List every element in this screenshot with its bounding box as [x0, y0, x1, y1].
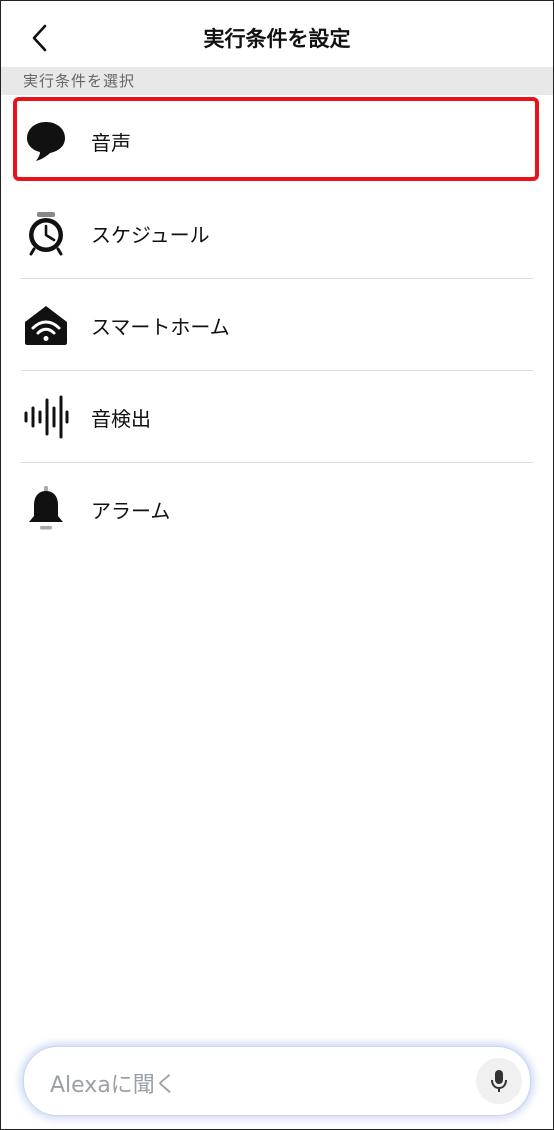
- ask-alexa-bar[interactable]: Alexaに聞く: [23, 1046, 531, 1116]
- trigger-item-schedule[interactable]: スケジュール: [1, 187, 553, 279]
- trigger-item-alarm[interactable]: アラーム: [1, 463, 553, 555]
- page-title: 実行条件を設定: [203, 27, 351, 51]
- trigger-label: 音検出: [91, 407, 151, 431]
- app-frame: 実行条件を設定 実行条件を選択 音声 スケジュール スマートホーム 音検出 アラ…: [0, 0, 554, 1130]
- header: 実行条件を設定: [1, 1, 553, 67]
- bell-icon: [23, 486, 69, 532]
- sound-wave-icon: [23, 394, 69, 440]
- trigger-item-sound-detection[interactable]: 音検出: [1, 371, 553, 463]
- microphone-button[interactable]: [476, 1058, 522, 1104]
- trigger-label: スケジュール: [91, 223, 210, 247]
- ask-alexa-placeholder: Alexaに聞く: [50, 1073, 177, 1098]
- trigger-label: スマートホーム: [91, 315, 230, 339]
- section-heading: 実行条件を選択: [1, 67, 553, 95]
- alarm-clock-icon: [23, 210, 69, 256]
- trigger-item-smart-home[interactable]: スマートホーム: [1, 279, 553, 371]
- smart-home-wifi-icon: [23, 302, 69, 348]
- trigger-label: アラーム: [91, 499, 171, 523]
- trigger-label: 音声: [91, 131, 131, 155]
- trigger-item-voice[interactable]: 音声: [1, 95, 553, 187]
- microphone-icon: [491, 1070, 507, 1092]
- trigger-list: 音声 スケジュール スマートホーム 音検出 アラーム: [1, 95, 553, 555]
- speech-bubble-icon: [23, 118, 69, 164]
